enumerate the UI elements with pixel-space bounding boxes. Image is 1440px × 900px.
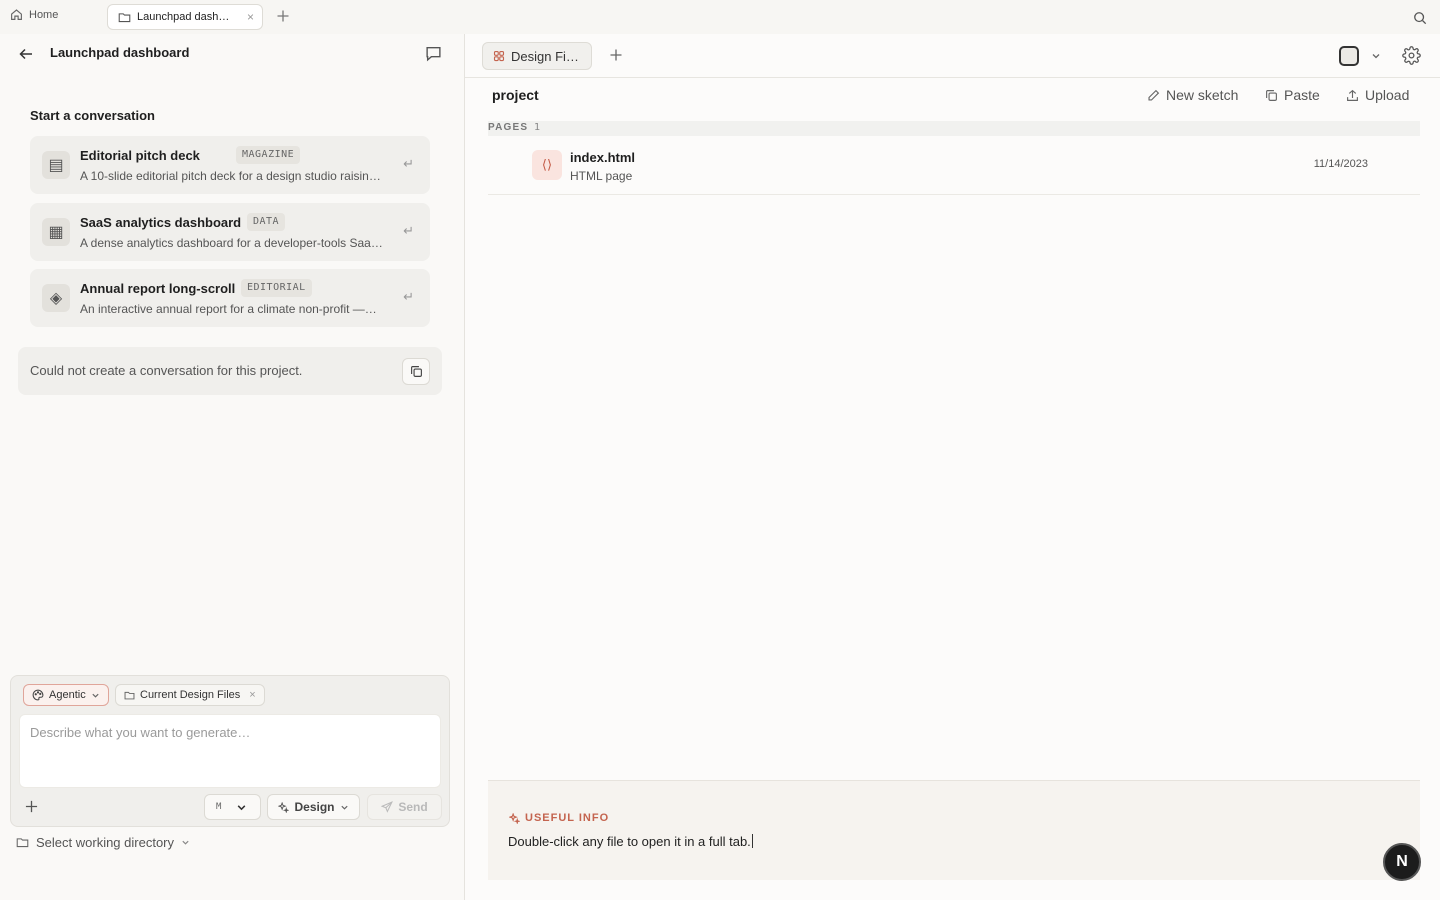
chevron-down-icon <box>91 691 100 700</box>
close-icon[interactable]: × <box>249 689 255 701</box>
design-mode-button[interactable]: Design <box>267 794 360 820</box>
file-row[interactable]: ⟨⟩ index.html HTML page 11/14/2023 <box>488 138 1420 195</box>
upload-icon <box>1346 89 1359 102</box>
folder-icon <box>16 836 29 849</box>
enter-icon: ↵ <box>403 223 414 238</box>
useful-info-panel: USEFUL INFO Double-click any file to ope… <box>488 780 1420 880</box>
tab-design-files[interactable]: Design Fi… <box>482 42 592 70</box>
project-title: Launchpad dashboard <box>50 45 190 60</box>
working-directory-label: Select working directory <box>36 835 174 850</box>
diamond-icon: ◈ <box>42 284 70 312</box>
new-tab-button[interactable] <box>276 9 290 23</box>
template-title: Editorial pitch deck <box>80 148 200 163</box>
tab-launchpad-dashboard[interactable]: Launchpad dash… × <box>107 4 263 30</box>
gear-icon[interactable] <box>1402 46 1421 65</box>
new-tab-button[interactable] <box>609 48 623 62</box>
new-sketch-button[interactable]: New sketch <box>1147 87 1238 103</box>
template-badge: MAGAZINE <box>236 146 301 164</box>
prompt-input[interactable] <box>19 714 441 788</box>
chevron-down-icon <box>236 802 247 813</box>
tab-label: Launchpad dash… <box>137 11 230 23</box>
pencil-icon <box>1147 89 1160 102</box>
close-icon[interactable]: × <box>247 10 254 24</box>
home-tab-label: Home <box>29 8 59 21</box>
user-avatar[interactable]: N <box>1383 843 1421 881</box>
copy-icon <box>1265 89 1278 102</box>
file-date: 11/14/2023 <box>1313 158 1368 170</box>
home-icon <box>10 8 23 21</box>
useful-info-label: USEFUL INFO <box>525 812 610 824</box>
send-label: Send <box>398 800 428 814</box>
text-caret <box>751 834 753 848</box>
error-message: Could not create a conversation for this… <box>18 347 442 395</box>
search-icon[interactable] <box>1413 11 1427 25</box>
sparkle-icon <box>509 812 520 824</box>
context-chip-design-files[interactable]: Current Design Files × <box>115 684 265 706</box>
grid-icon <box>493 50 505 62</box>
error-text: Could not create a conversation for this… <box>30 363 303 378</box>
palette-icon <box>32 689 44 701</box>
send-button[interactable]: Send <box>367 794 442 820</box>
start-conversation-heading: Start a conversation <box>30 108 155 123</box>
chat-bubble-icon[interactable] <box>425 45 442 62</box>
back-arrow-icon[interactable] <box>18 46 34 62</box>
template-card-saas-analytics-dashboard[interactable]: ▦ SaaS analytics dashboard DATA A dense … <box>30 203 430 261</box>
working-directory-selector[interactable]: Select working directory <box>16 835 190 850</box>
folder-icon <box>124 690 135 701</box>
model-selector[interactable]: M <box>204 794 261 820</box>
document-icon: ▤ <box>42 151 70 179</box>
paste-button[interactable]: Paste <box>1265 87 1320 103</box>
template-card-editorial-pitch-deck[interactable]: ▤ Editorial pitch deck MAGAZINE A 10-sli… <box>30 136 430 194</box>
paste-label: Paste <box>1284 87 1320 103</box>
prompt-composer: Agentic Current Design Files × M Design <box>10 675 450 827</box>
design-label: Design <box>294 800 335 814</box>
model-badge: M <box>216 802 222 812</box>
home-tab[interactable]: Home <box>10 8 58 21</box>
grid-icon: ▦ <box>42 218 70 246</box>
pages-label: PAGES <box>488 122 529 133</box>
file-name: index.html <box>570 150 636 165</box>
folder-icon <box>118 11 131 24</box>
template-description: A dense analytics dashboard for a develo… <box>80 236 383 250</box>
template-description: An interactive annual report for a clima… <box>80 302 377 316</box>
enter-icon: ↵ <box>403 156 414 171</box>
folder-title: project <box>492 87 539 103</box>
chevron-down-icon[interactable] <box>1371 51 1381 61</box>
copy-icon[interactable] <box>402 358 430 385</box>
useful-info-heading: USEFUL INFO <box>509 812 609 824</box>
template-description: A 10-slide editorial pitch deck for a de… <box>80 169 381 183</box>
sparkle-icon <box>278 801 290 813</box>
mode-selector[interactable]: Agentic <box>23 684 109 706</box>
template-card-annual-report[interactable]: ◈ Annual report long-scroll EDITORIAL An… <box>30 269 430 327</box>
file-type: HTML page <box>570 169 633 183</box>
pages-section-header: PAGES 1 <box>488 121 1420 136</box>
preview-toggle-icon[interactable] <box>1339 46 1359 66</box>
context-chip-label: Current Design Files <box>140 689 241 701</box>
pages-count: 1 <box>534 122 541 133</box>
send-icon <box>381 801 394 813</box>
upload-button[interactable]: Upload <box>1346 87 1409 103</box>
chevron-down-icon <box>340 803 349 812</box>
add-attachment-button[interactable] <box>25 800 38 813</box>
code-file-icon: ⟨⟩ <box>532 150 562 180</box>
template-badge: EDITORIAL <box>241 279 312 297</box>
useful-info-line: Double-click any file to open it in a fu… <box>508 834 753 849</box>
enter-icon: ↵ <box>403 289 414 304</box>
mode-label: Agentic <box>49 689 86 701</box>
useful-info-text: Double-click any file to open it in a fu… <box>508 834 751 849</box>
template-title: SaaS analytics dashboard <box>80 215 242 230</box>
chevron-down-icon <box>181 838 190 847</box>
template-title: Annual report long-scroll <box>80 281 236 296</box>
header-divider <box>465 77 1440 78</box>
new-sketch-label: New sketch <box>1166 87 1239 103</box>
template-badge: DATA <box>247 213 286 231</box>
tab-label: Design Fi… <box>511 48 579 64</box>
upload-label: Upload <box>1365 87 1410 103</box>
top-tab-bar: Home Launchpad dash… × <box>0 0 1440 34</box>
